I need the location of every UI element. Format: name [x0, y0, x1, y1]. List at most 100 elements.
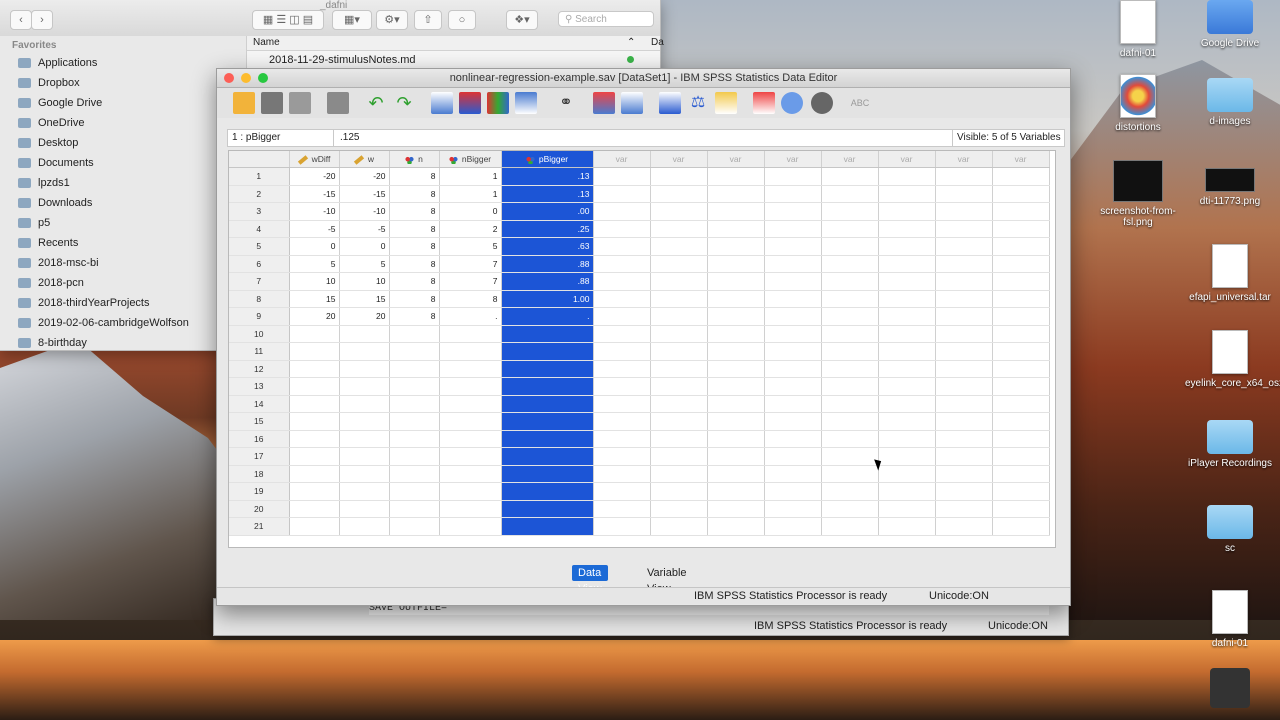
data-cell[interactable]: [650, 307, 708, 326]
data-cell[interactable]: 15: [289, 290, 340, 308]
column-date[interactable]: Da: [651, 36, 664, 50]
data-cell[interactable]: [935, 447, 993, 466]
data-cell[interactable]: [935, 517, 993, 536]
data-cell[interactable]: [389, 325, 440, 343]
data-cell[interactable]: [593, 412, 651, 431]
data-cell[interactable]: [935, 465, 993, 483]
data-cell[interactable]: [878, 447, 936, 466]
row-number[interactable]: 13: [229, 377, 290, 396]
data-cell[interactable]: [707, 220, 765, 238]
data-cell[interactable]: [339, 447, 390, 466]
data-cell[interactable]: [439, 517, 502, 536]
row-number[interactable]: 18: [229, 465, 290, 483]
data-cell[interactable]: .: [501, 307, 594, 326]
data-cell[interactable]: [878, 517, 936, 536]
data-cell[interactable]: 5: [289, 255, 340, 273]
data-cell[interactable]: [389, 377, 440, 396]
desktop-icon-dti[interactable]: dti-11773.png: [1185, 168, 1275, 207]
data-cell[interactable]: [992, 517, 1050, 536]
data-cell[interactable]: [593, 325, 651, 343]
column-header-pbigger[interactable]: pBigger: [501, 151, 594, 168]
show-all-variables-icon[interactable]: [811, 92, 833, 114]
column-header-var[interactable]: var: [650, 151, 708, 168]
data-cell[interactable]: [878, 255, 936, 273]
data-cell[interactable]: [764, 517, 822, 536]
data-cell[interactable]: [289, 500, 340, 518]
data-cell[interactable]: [878, 272, 936, 291]
data-cell[interactable]: [707, 377, 765, 396]
data-cell[interactable]: [389, 482, 440, 501]
data-cell[interactable]: [821, 342, 879, 361]
data-cell[interactable]: [593, 307, 651, 326]
data-cell[interactable]: [992, 307, 1050, 326]
data-cell[interactable]: [878, 185, 936, 203]
data-cell[interactable]: [593, 447, 651, 466]
data-cell[interactable]: [439, 360, 502, 378]
back-button[interactable]: ‹: [10, 10, 32, 30]
redo-icon[interactable]: ↷: [393, 92, 415, 114]
data-cell[interactable]: [878, 202, 936, 221]
data-cell[interactable]: [764, 447, 822, 466]
data-cell[interactable]: -20: [289, 167, 340, 186]
data-cell[interactable]: [935, 342, 993, 361]
data-cell[interactable]: [339, 412, 390, 431]
column-header-var[interactable]: var: [593, 151, 651, 168]
undo-icon[interactable]: ↶: [365, 92, 387, 114]
data-cell[interactable]: [439, 447, 502, 466]
data-cell[interactable]: [764, 237, 822, 256]
data-cell[interactable]: 7: [439, 255, 502, 273]
data-cell[interactable]: [935, 272, 993, 291]
data-cell[interactable]: 8: [389, 167, 440, 186]
data-cell[interactable]: [593, 465, 651, 483]
tab-variable-view[interactable]: Variable View: [641, 565, 693, 595]
data-cell[interactable]: [650, 447, 708, 466]
data-cell[interactable]: [289, 482, 340, 501]
data-cell[interactable]: [992, 237, 1050, 256]
data-cell[interactable]: [707, 202, 765, 221]
row-number[interactable]: 12: [229, 360, 290, 378]
data-cell[interactable]: [707, 237, 765, 256]
desktop-icon-d-images[interactable]: d-images: [1185, 78, 1275, 127]
row-number[interactable]: 1: [229, 167, 290, 186]
data-cell[interactable]: 1: [439, 167, 502, 186]
row-number[interactable]: 3: [229, 202, 290, 221]
data-cell[interactable]: [764, 360, 822, 378]
data-cell[interactable]: 8: [389, 202, 440, 221]
data-cell[interactable]: [707, 517, 765, 536]
data-cell[interactable]: [439, 430, 502, 448]
data-cell[interactable]: [501, 360, 594, 378]
data-cell[interactable]: [764, 255, 822, 273]
column-header-wdiff[interactable]: wDiff: [289, 151, 340, 168]
data-cell[interactable]: [878, 237, 936, 256]
data-cell[interactable]: [821, 430, 879, 448]
data-cell[interactable]: [650, 465, 708, 483]
data-cell[interactable]: [593, 517, 651, 536]
data-cell[interactable]: [992, 255, 1050, 273]
data-cell[interactable]: [389, 395, 440, 413]
find-binoculars-icon[interactable]: ⚭: [555, 92, 577, 114]
data-cell[interactable]: [439, 500, 502, 518]
data-cell[interactable]: 1.00: [501, 290, 594, 308]
data-cell[interactable]: [707, 342, 765, 361]
data-cell[interactable]: [501, 500, 594, 518]
column-header-var[interactable]: var: [935, 151, 993, 168]
data-cell[interactable]: [992, 395, 1050, 413]
data-cell[interactable]: [878, 360, 936, 378]
data-cell[interactable]: [992, 220, 1050, 238]
row-number[interactable]: 20: [229, 500, 290, 518]
data-cell[interactable]: [439, 465, 502, 483]
data-cell[interactable]: [992, 430, 1050, 448]
desktop-icon-screenshot-fsl[interactable]: screenshot-from-fsl.png: [1093, 160, 1183, 228]
data-cell[interactable]: [339, 325, 390, 343]
data-cell[interactable]: [650, 325, 708, 343]
data-cell[interactable]: [289, 465, 340, 483]
data-cell[interactable]: [593, 290, 651, 308]
data-cell[interactable]: [992, 465, 1050, 483]
data-cell[interactable]: [935, 500, 993, 518]
data-cell[interactable]: [650, 202, 708, 221]
data-cell[interactable]: 0: [339, 237, 390, 256]
group-button[interactable]: ▦▾: [332, 10, 372, 30]
insert-cases-icon[interactable]: [593, 92, 615, 114]
data-cell[interactable]: [593, 272, 651, 291]
data-cell[interactable]: [707, 185, 765, 203]
